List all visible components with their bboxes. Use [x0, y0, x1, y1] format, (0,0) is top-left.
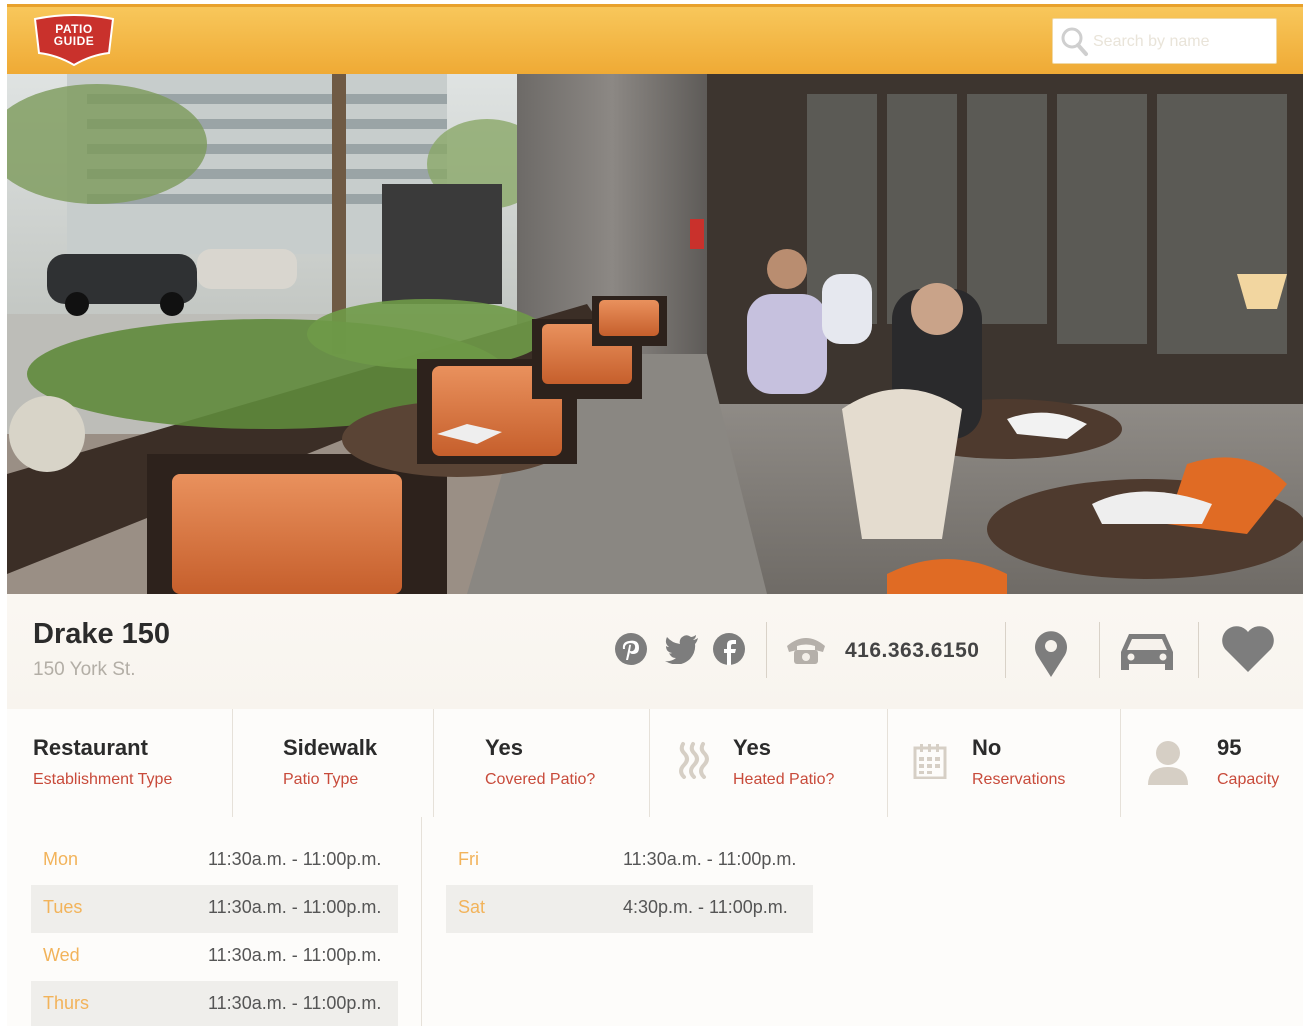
restaurant-name: Drake 150: [33, 618, 171, 650]
divider: [1198, 622, 1199, 678]
hours-time: 11:30a.m. - 11:00p.m.: [208, 993, 382, 1013]
hours-day: Wed: [43, 945, 80, 965]
attribute-reservations: No Reservations: [888, 709, 1121, 817]
attribute-value: No: [972, 735, 1002, 760]
attribute-value: Sidewalk: [283, 735, 378, 760]
attribute-value: Yes: [485, 735, 523, 760]
divider: [1005, 622, 1006, 678]
attribute-establishment-type: Restaurant Establishment Type: [7, 709, 233, 817]
hours-time: 4:30p.m. - 11:00p.m.: [623, 897, 788, 917]
attribute-covered-patio: Yes Covered Patio?: [434, 709, 650, 817]
patio-photo: [7, 74, 1303, 594]
hours-row-fri: Fri 11:30a.m. - 11:00p.m.: [446, 837, 813, 885]
hours-day: Sat: [458, 897, 486, 917]
calendar-icon: [913, 744, 947, 779]
attribute-label: Covered Patio?: [485, 771, 596, 788]
hours-row-wed: Wed 11:30a.m. - 11:00p.m.: [31, 933, 398, 981]
pinterest-icon[interactable]: [614, 632, 648, 666]
phone-icon[interactable]: [785, 634, 827, 666]
hours-table: Mon 11:30a.m. - 11:00p.m. Tues 11:30a.m.…: [7, 817, 1303, 1026]
map-pin-icon[interactable]: [1032, 628, 1070, 678]
attribute-value: 95: [1217, 735, 1242, 760]
attribute-value: Restaurant: [33, 735, 148, 760]
search-box[interactable]: [1052, 18, 1277, 65]
attribute-capacity: 95 Capacity: [1121, 709, 1303, 817]
attribute-value: Yes: [733, 735, 771, 760]
page: PATIO GUIDE Search by name Drake 150 150…: [7, 4, 1303, 1026]
heart-icon[interactable]: [1220, 624, 1276, 674]
twitter-icon[interactable]: [664, 634, 700, 664]
phone-number[interactable]: 416.363.6150: [845, 639, 979, 663]
attribute-label: Capacity: [1217, 771, 1280, 788]
logo-word-guide: GUIDE: [53, 34, 95, 48]
hours-row-tues: Tues 11:30a.m. - 11:00p.m.: [31, 885, 398, 933]
hours-time: 11:30a.m. - 11:00p.m.: [208, 897, 382, 917]
restaurant-info-bar: Drake 150 150 York St. 416.363.6150: [7, 594, 1303, 709]
attribute-heated-patio: Yes Heated Patio?: [650, 709, 888, 817]
hours-day: Fri: [458, 849, 479, 869]
attribute-patio-type: Sidewalk Patio Type: [233, 709, 434, 817]
hours-time: 11:30a.m. - 11:00p.m.: [623, 849, 797, 869]
facebook-icon[interactable]: [712, 632, 746, 666]
car-icon[interactable]: [1119, 630, 1175, 676]
hours-time: 11:30a.m. - 11:00p.m.: [208, 849, 382, 869]
attribute-label: Heated Patio?: [733, 771, 835, 788]
heat-waves-icon: [679, 742, 709, 779]
search-icon: [1061, 27, 1088, 56]
hours-row-mon: Mon 11:30a.m. - 11:00p.m.: [31, 837, 398, 885]
divider: [766, 622, 767, 678]
attributes-row: Restaurant Establishment Type Sidewalk P…: [7, 709, 1303, 818]
attribute-label: Patio Type: [283, 771, 359, 788]
hours-day: Thurs: [43, 993, 90, 1013]
top-header: PATIO GUIDE: [7, 4, 1303, 74]
person-icon: [1148, 741, 1188, 785]
attribute-label: Reservations: [972, 771, 1066, 788]
hours-divider: [421, 817, 422, 1026]
hours-time: 11:30a.m. - 11:00p.m.: [208, 945, 382, 965]
hours-day: Mon: [43, 849, 79, 869]
search-input[interactable]: [1091, 19, 1275, 65]
hours-row-sat: Sat 4:30p.m. - 11:00p.m.: [446, 885, 813, 933]
attribute-label: Establishment Type: [33, 771, 173, 788]
patio-guide-logo[interactable]: PATIO GUIDE: [31, 13, 117, 67]
restaurant-address: 150 York St.: [33, 659, 136, 680]
divider: [1099, 622, 1100, 678]
hours-row-thurs: Thurs 11:30a.m. - 11:00p.m.: [31, 981, 398, 1026]
hours-day: Tues: [43, 897, 83, 917]
